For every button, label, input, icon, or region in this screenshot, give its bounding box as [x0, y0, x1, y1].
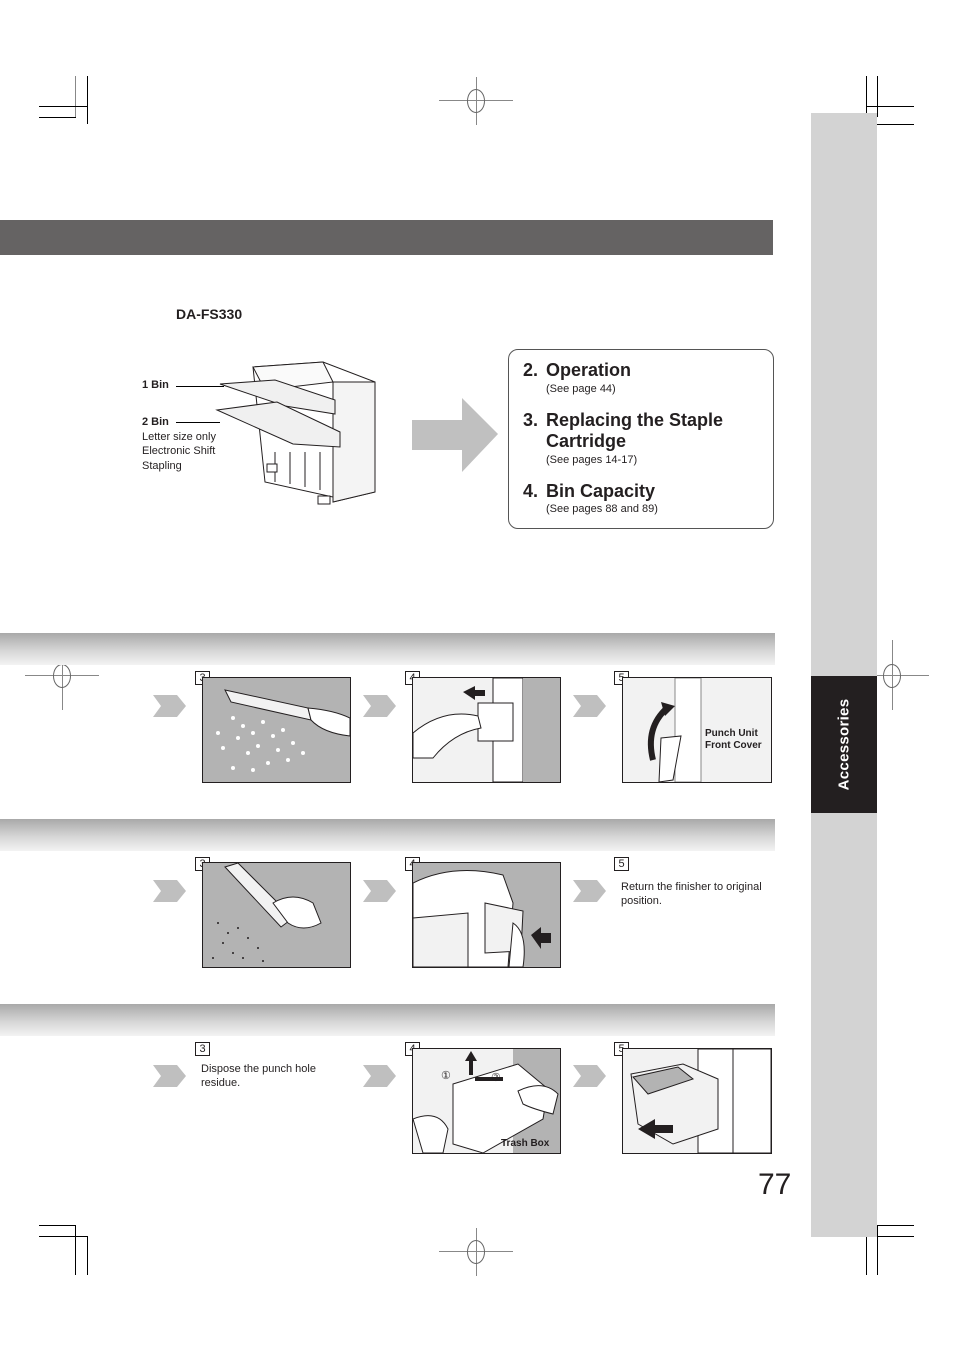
crop-mark	[866, 1236, 867, 1275]
crop-mark	[877, 1225, 914, 1226]
step-chevron-icon	[153, 880, 186, 902]
crop-mark	[75, 76, 76, 117]
crop-mark	[39, 1236, 88, 1237]
crop-mark	[75, 1225, 76, 1275]
pushing-finisher-illustration	[412, 862, 561, 968]
crop-mark	[866, 106, 914, 107]
step-chevron-icon	[363, 1065, 396, 1087]
emptying-tray-illustration	[202, 862, 351, 968]
section-bar	[0, 1004, 775, 1036]
step-instruction: Dispose the punch hole residue.	[201, 1063, 316, 1089]
closing-front-cover-illustration: Punch Unit Front Cover	[622, 677, 772, 783]
inserting-punch-box-illustration	[412, 677, 561, 783]
step-chevron-icon	[363, 880, 396, 902]
chapter-header-bar	[0, 220, 773, 255]
section-bar	[0, 819, 775, 851]
crop-mark	[87, 76, 88, 124]
crop-mark	[87, 1236, 88, 1275]
step-chevron-icon	[153, 1065, 186, 1087]
leader-line	[176, 422, 220, 423]
step-chevron-icon	[363, 695, 396, 717]
see-also-box: 2. Operation (See page 44) 3. Replacing …	[508, 349, 774, 529]
crop-mark	[39, 117, 76, 118]
bin-1-label: 1 Bin	[142, 379, 169, 391]
crop-mark	[877, 76, 878, 117]
step-number: 3	[195, 1042, 210, 1056]
callout-label: Punch Unit Front Cover	[705, 728, 762, 751]
bin-2-label: 2 Bin Letter size only Electronic Shift …	[142, 416, 216, 472]
step-number: 5	[614, 857, 629, 871]
step-chevron-icon	[573, 695, 606, 717]
step-chevron-icon	[573, 1065, 606, 1087]
crop-mark	[877, 124, 914, 125]
page-number: 77	[758, 1168, 792, 1201]
registration-mark	[439, 1228, 513, 1276]
model-name: DA-FS330	[176, 306, 243, 322]
removing-trash-box-illustration: ① ② Trash Box	[412, 1048, 561, 1154]
crop-mark	[877, 1225, 878, 1275]
leader-line	[176, 386, 224, 387]
reinstalling-finisher-illustration	[622, 1048, 772, 1154]
side-tab-label[interactable]: Accessories	[811, 676, 877, 813]
step-chevron-icon	[573, 880, 606, 902]
page-reference: (See pages 88 and 89)	[546, 503, 658, 515]
finisher-illustration	[215, 361, 376, 505]
step-chevron-icon	[153, 695, 186, 717]
large-right-arrow-icon	[412, 398, 498, 472]
callout-label: Trash Box	[501, 1138, 550, 1149]
page-reference: (See page 44)	[546, 383, 616, 395]
page-reference: (See pages 14-17)	[546, 454, 638, 466]
registration-mark	[439, 77, 513, 125]
step-instruction: Return the finisher to original position…	[621, 881, 762, 907]
shaking-punch-residue-illustration	[202, 677, 351, 783]
step-marker: ①	[441, 1070, 451, 1082]
crop-mark	[39, 1225, 76, 1226]
crop-mark	[39, 106, 88, 107]
section-bar	[0, 633, 775, 665]
side-tab	[811, 113, 877, 1237]
step-marker: ②	[491, 1072, 501, 1084]
